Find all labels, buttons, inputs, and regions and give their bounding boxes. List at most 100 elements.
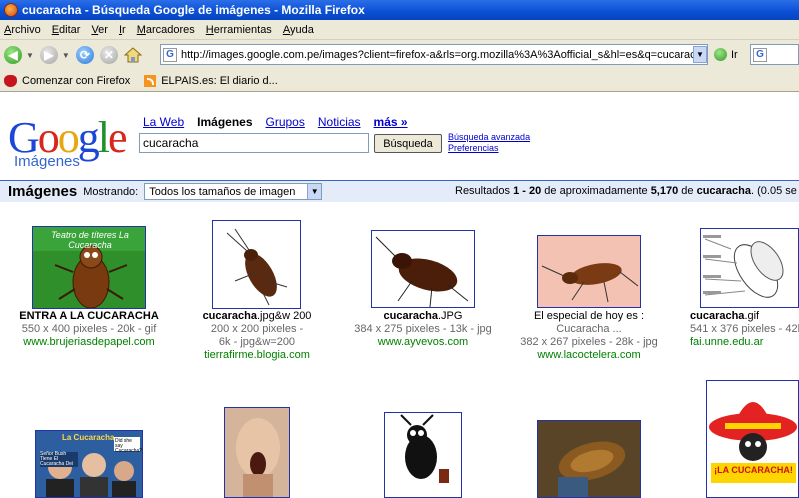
thumb-6-bubble: Did she say Cucaracha? — [115, 438, 142, 454]
result-site-3: www.ayvevos.com — [377, 336, 469, 348]
result-meta-2: 6k - jpg&w=200 — [218, 336, 296, 348]
stats-prefix: Resultados — [455, 185, 514, 197]
menu-archivo[interactable]: Archivo — [4, 24, 41, 36]
stats-mid: de aproximadamente — [541, 185, 651, 197]
result-title-1[interactable]: ENTRA A LA CUCARACHA — [4, 310, 174, 323]
stats-count: 5,170 — [650, 185, 679, 197]
result-title-3[interactable]: cucaracha.JPG — [338, 310, 508, 323]
stop-icon: ✕ — [99, 46, 118, 64]
window-title: cucaracha - Búsqueda Google de imágenes … — [22, 3, 365, 17]
result-site-2: tierrafirme.blogia.com — [204, 349, 310, 361]
home-icon — [123, 47, 142, 63]
menu-ayuda[interactable]: Ayuda — [283, 24, 314, 36]
go-label: Ir — [731, 48, 738, 61]
result-thumb-9[interactable] — [537, 420, 641, 498]
result-caption-4: El especial de hoy es : Cucaracha ... 38… — [504, 310, 674, 362]
menu-marcadores[interactable]: Marcadores — [137, 24, 195, 36]
preferences-link[interactable]: Preferencias — [448, 143, 530, 154]
address-dropdown-icon[interactable]: ▼ — [693, 46, 707, 63]
stats-suffix: . (0.05 se — [751, 185, 797, 197]
result-title-5[interactable]: cucaracha.gif — [690, 310, 799, 323]
back-arrow-icon: ◀ — [4, 46, 22, 64]
sombrero-skull-image — [707, 381, 798, 497]
search-button[interactable]: Búsqueda — [374, 134, 442, 153]
result-site-4: www.lacoctelera.com — [537, 349, 641, 361]
stats-range: 1 - 20 — [513, 185, 542, 197]
search-engine-icon: G — [753, 47, 767, 62]
result-meta-5: 541 x 376 pixeles - 42k — [690, 323, 799, 335]
result-thumb-4[interactable] — [537, 235, 641, 308]
result-meta-3: 384 x 275 pixeles - 13k - jpg — [354, 323, 492, 335]
result-thumb-3[interactable] — [371, 230, 475, 308]
reload-icon: ⟳ — [75, 46, 94, 64]
image-size-select[interactable]: Todos los tamaños de imagen ▼ — [144, 183, 323, 200]
chevron-down-icon: ▼ — [307, 184, 322, 199]
search-input[interactable]: cucaracha — [139, 133, 369, 153]
cockroach-photo-image — [372, 231, 474, 307]
result-caption-2: cucaracha.jpg&w 200 200 x 200 pixeles - … — [172, 310, 342, 362]
address-url: http://images.google.com.pe/images?clien… — [181, 48, 707, 61]
go-button[interactable]: Ir — [714, 48, 738, 61]
result-caption-3: cucaracha.JPG 384 x 275 pixeles - 13k - … — [338, 310, 508, 349]
forward-dropdown-icon[interactable]: ▼ — [62, 51, 70, 60]
menu-ver[interactable]: Ver — [91, 24, 108, 36]
tab-noticias[interactable]: Noticias — [318, 115, 361, 129]
result-thumb-8[interactable] — [384, 412, 462, 498]
person-with-cockroach-image — [225, 408, 289, 497]
showing-label: Mostrando: — [83, 185, 139, 198]
home-button[interactable] — [122, 44, 144, 66]
result-thumb-5[interactable] — [700, 228, 799, 308]
cockroach-guitar-cartoon-image — [385, 413, 461, 497]
search-options-links: Búsqueda avanzada Preferencias — [448, 132, 530, 154]
firefox-icon — [4, 3, 18, 17]
thumb-6-footer: Señor Bush Tiene El Cucaracha Dei — [40, 452, 78, 467]
results-stats: Resultados 1 - 20 de aproximadamente 5,1… — [455, 185, 797, 197]
tab-mas[interactable]: más » — [374, 115, 408, 129]
forward-button[interactable]: ▶ — [38, 44, 60, 66]
bookmark-label: ELPAIS.es: El diario d... — [161, 74, 278, 87]
cockroach-photo-image — [213, 221, 300, 308]
cockroach-diagram-image — [701, 229, 798, 307]
window-title-bar: cucaracha - Búsqueda Google de imágenes … — [0, 0, 799, 20]
google-images-logo[interactable]: Google Imágenes — [8, 116, 133, 176]
advanced-search-link[interactable]: Búsqueda avanzada — [448, 132, 530, 143]
google-logo-sub: Imágenes — [14, 153, 80, 170]
thumb-1-caption: Teatro de títeres La Cucaracha — [51, 230, 129, 250]
bookmark-comenzar-firefox[interactable]: Comenzar con Firefox — [4, 74, 130, 87]
cockroach-photo-image — [538, 236, 640, 307]
search-engine-box[interactable]: G — [750, 44, 799, 65]
result-thumb-10[interactable]: ¡LA CUCARACHA! — [706, 380, 799, 498]
forward-arrow-icon: ▶ — [39, 46, 58, 64]
stats-de: de — [678, 185, 697, 197]
tab-imagenes: Imágenes — [197, 115, 253, 129]
google-favicon: G — [163, 47, 177, 62]
stop-button[interactable]: ✕ — [98, 44, 120, 66]
result-title-2[interactable]: cucaracha.jpg&w 200 — [172, 310, 342, 323]
reload-button[interactable]: ⟳ — [74, 44, 96, 66]
cockroach-closeup-image — [538, 421, 640, 497]
tab-la-web[interactable]: La Web — [143, 115, 184, 129]
result-thumb-6[interactable]: La Cucaracha Did she say Cucaracha? Seño… — [35, 430, 143, 498]
bookmarks-toolbar: Comenzar con Firefox ELPAIS.es: El diari… — [0, 70, 799, 92]
result-site-5: fai.unne.edu.ar — [690, 336, 764, 348]
thumb-6-title: La Cucaracha — [62, 433, 115, 442]
go-icon — [714, 48, 727, 61]
menu-ir[interactable]: Ir — [119, 24, 126, 36]
back-dropdown-icon[interactable]: ▼ — [26, 51, 34, 60]
tab-grupos[interactable]: Grupos — [266, 115, 305, 129]
back-button[interactable]: ◀ — [2, 44, 24, 66]
navigation-toolbar: ◀ ▼ ▶ ▼ ⟳ ✕ G http://images.google.com.p… — [0, 40, 799, 70]
menu-herramientas[interactable]: Herramientas — [206, 24, 272, 36]
address-bar[interactable]: G http://images.google.com.pe/images?cli… — [160, 44, 708, 65]
thumb-10-text: ¡LA CUCARACHA! — [714, 465, 793, 475]
firefox-bookmark-icon — [4, 74, 17, 87]
result-line2-4: Cucaracha ... — [556, 323, 622, 335]
result-thumb-1[interactable]: Teatro de títeres La Cucaracha — [32, 226, 146, 309]
bookmark-elpais[interactable]: ELPAIS.es: El diario d... — [144, 74, 278, 87]
result-thumb-2[interactable] — [212, 220, 301, 309]
result-caption-1: ENTRA A LA CUCARACHA 550 x 400 pixeles -… — [4, 310, 174, 349]
results-bar: Imágenes Mostrando: Todos los tamaños de… — [0, 180, 799, 202]
menu-editar[interactable]: Editar — [52, 24, 81, 36]
result-title-4[interactable]: El especial de hoy es : — [504, 310, 674, 323]
result-thumb-7[interactable] — [224, 407, 290, 498]
